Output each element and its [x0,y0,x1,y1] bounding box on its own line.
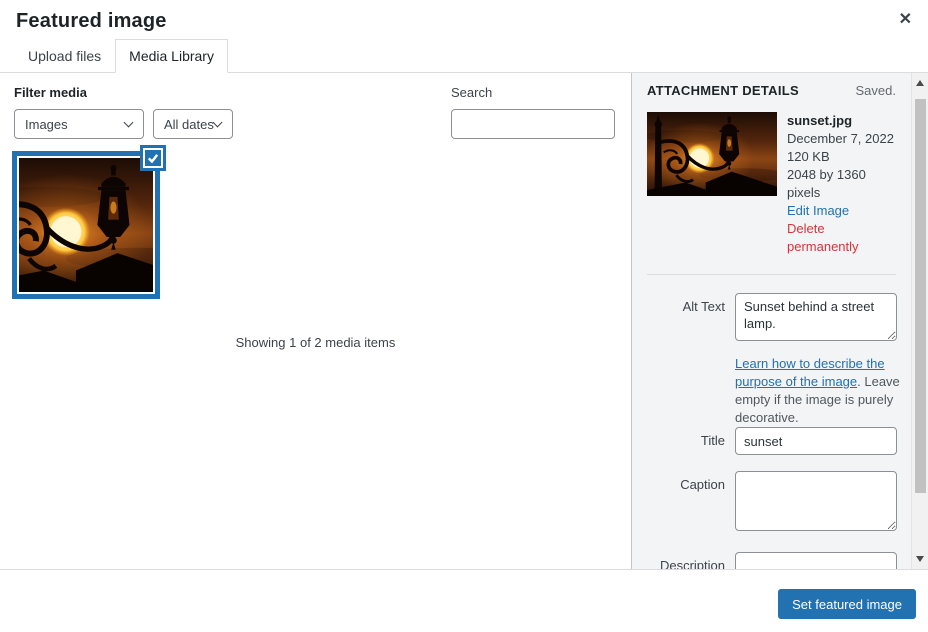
saved-status: Saved. [856,83,896,98]
description-label: Description [647,552,725,569]
attachment-filesize: 120 KB [787,148,896,166]
set-featured-image-button[interactable]: Set featured image [778,589,916,619]
tab-bar: Upload files Media Library [0,39,928,73]
attachment-details-panel: ATTACHMENT DETAILS Saved. sunset.jpg Dec… [631,73,928,569]
chevron-down-icon [213,118,223,128]
caption-field[interactable] [735,471,897,531]
media-toolbar: Filter media Images All dates Search [14,85,615,139]
description-field[interactable] [735,552,897,569]
panel-scrollbar[interactable] [911,73,928,569]
details-divider [647,274,896,275]
media-thumbnail [17,156,155,294]
edit-image-link[interactable]: Edit Image [787,202,896,220]
attachment-info: sunset.jpg December 7, 2022 120 KB 2048 … [647,112,896,256]
alt-text-help: Learn how to describe the purpose of the… [735,355,901,427]
close-icon[interactable]: ✕ [897,10,914,30]
caption-label: Caption [647,471,725,536]
modal-header: Featured image ✕ [0,0,928,39]
title-field[interactable] [735,427,897,455]
title-label: Title [647,427,725,455]
delete-permanently-link[interactable]: Delete permanently [787,220,896,256]
media-library-pane: Filter media Images All dates Search [0,73,631,569]
media-type-select[interactable]: Images [14,109,144,139]
filter-media-label: Filter media [14,85,233,100]
selected-check-icon[interactable] [143,148,163,168]
media-type-value: Images [25,117,68,132]
media-item-sunset[interactable] [12,151,160,299]
attachment-preview [647,112,777,196]
page-title: Featured image [16,10,912,33]
tab-upload-files[interactable]: Upload files [14,39,115,73]
attachment-dimensions: 2048 by 1360 pixels [787,166,896,202]
attachment-date: December 7, 2022 [787,130,896,148]
search-group: Search [451,85,615,139]
date-filter-select[interactable]: All dates [153,109,233,139]
modal-footer: Set featured image [0,569,928,626]
modal-content: Filter media Images All dates Search [0,73,928,569]
attachment-filename: sunset.jpg [787,112,896,130]
alt-text-label: Alt Text [647,293,725,346]
date-filter-value: All dates [164,117,214,132]
filter-group: Filter media Images All dates [14,85,233,139]
attachment-details-heading: ATTACHMENT DETAILS [647,83,799,98]
alt-text-field[interactable]: Sunset behind a street lamp. [735,293,897,341]
chevron-down-icon [124,118,134,128]
scrollbar-thumb[interactable] [915,99,926,493]
tab-media-library[interactable]: Media Library [115,39,228,73]
media-count-text: Showing 1 of 2 media items [0,335,631,350]
scroll-down-icon[interactable] [916,556,924,562]
search-label: Search [451,85,615,100]
search-input[interactable] [451,109,615,139]
scroll-up-icon[interactable] [916,80,924,86]
